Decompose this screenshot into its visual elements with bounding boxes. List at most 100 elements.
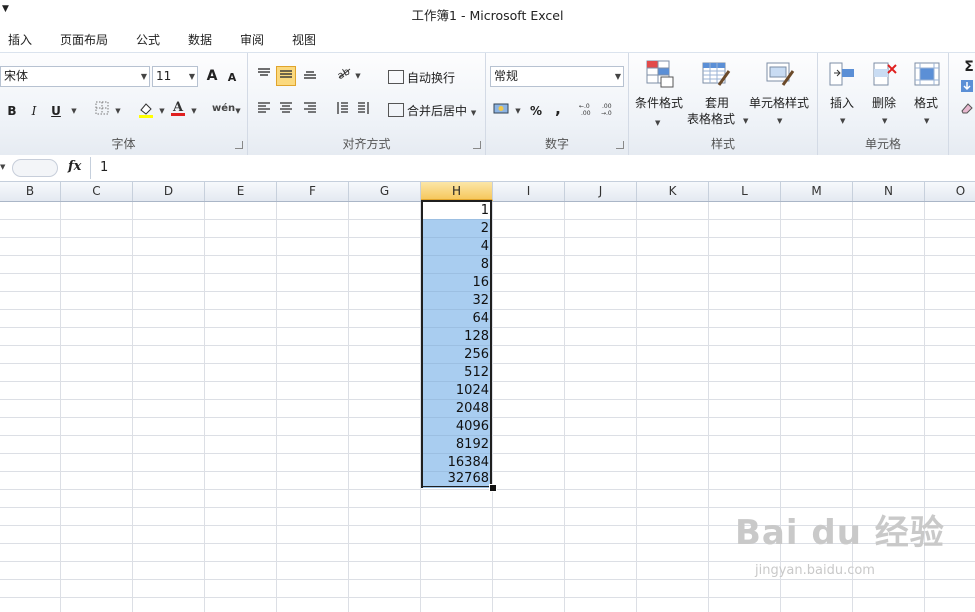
format-table-icon[interactable]	[701, 59, 731, 89]
column-header-m[interactable]: M	[781, 182, 853, 201]
underline-button[interactable]: U	[46, 101, 66, 121]
chevron-down-icon[interactable]: ▼	[108, 101, 128, 121]
align-top-icon[interactable]	[254, 66, 274, 86]
chevron-down-icon[interactable]: ▼	[777, 113, 782, 129]
autosum-button[interactable]: Σ	[959, 57, 975, 77]
comma-button[interactable]: ,	[548, 99, 568, 119]
cell-h3[interactable]: 4	[423, 238, 490, 256]
column-header-n[interactable]: N	[853, 182, 925, 201]
chevron-down-icon[interactable]: ▼	[655, 115, 660, 131]
merge-center-button[interactable]: 合并后居中 ▼	[388, 103, 476, 121]
column-header-c[interactable]: C	[61, 182, 133, 201]
font-group-label: 字体	[111, 137, 136, 151]
chevron-down-icon[interactable]: ▼	[0, 163, 5, 171]
cell-h11[interactable]: 1024	[423, 382, 490, 400]
column-header-b[interactable]: B	[0, 182, 61, 201]
align-middle-icon[interactable]	[276, 66, 296, 86]
number-format-select[interactable]: 常规 ▼	[490, 66, 624, 87]
format-cells-icon[interactable]	[912, 59, 942, 89]
chevron-down-icon[interactable]: ▼	[924, 113, 929, 129]
column-header-k[interactable]: K	[637, 182, 709, 201]
font-size-select[interactable]: 11 ▼	[152, 66, 198, 87]
cell-h12[interactable]: 2048	[423, 400, 490, 418]
align-center-icon[interactable]	[276, 101, 296, 121]
insert-cells-icon[interactable]	[826, 59, 856, 89]
fill-icon[interactable]	[957, 79, 975, 99]
chevron-down-icon[interactable]: ▼	[508, 101, 528, 121]
cell-h9[interactable]: 256	[423, 346, 490, 364]
insert-cells-button[interactable]: 插入	[830, 95, 854, 111]
dialog-launcher-icon[interactable]	[235, 141, 243, 149]
cell-h8[interactable]: 128	[423, 328, 490, 346]
column-header-e[interactable]: E	[205, 182, 277, 201]
fx-icon[interactable]: fx	[68, 159, 81, 174]
cell-h1[interactable]: 1	[423, 202, 490, 220]
formula-input[interactable]: 1	[100, 160, 108, 175]
name-box[interactable]: ▼	[0, 158, 60, 177]
increase-indent-icon[interactable]	[354, 101, 374, 121]
fill-handle[interactable]	[489, 484, 497, 492]
chevron-down-icon[interactable]: ▼	[348, 66, 368, 86]
decrease-indent-icon[interactable]	[332, 101, 352, 121]
grow-font-button[interactable]: A	[202, 66, 222, 86]
ribbon: 宋体 ▼ 11 ▼ A A B I U ▼ ▼ ▼ A ▼ wén ▼ 字体 a…	[0, 52, 975, 156]
delete-cells-button[interactable]: 删除	[872, 95, 896, 111]
chevron-down-icon[interactable]: ▼	[228, 101, 248, 121]
align-bottom-icon[interactable]	[300, 66, 320, 86]
grid-line	[60, 202, 61, 612]
column-header-g[interactable]: G	[349, 182, 421, 201]
chevron-down-icon[interactable]: ▼	[184, 101, 204, 121]
column-header-h[interactable]: H	[421, 182, 493, 201]
cell-h7[interactable]: 64	[423, 310, 490, 328]
cell-h13[interactable]: 4096	[423, 418, 490, 436]
format-table-label-1[interactable]: 套用	[705, 95, 729, 111]
merge-center-icon	[388, 103, 404, 117]
cell-h4[interactable]: 8	[423, 256, 490, 274]
column-header-d[interactable]: D	[133, 182, 205, 201]
percent-button[interactable]: %	[526, 101, 546, 121]
tab-view[interactable]: 视图	[292, 31, 316, 48]
conditional-format-icon[interactable]	[645, 59, 675, 89]
cell-h16[interactable]: 32768	[423, 470, 490, 488]
shrink-font-button[interactable]: A	[222, 68, 242, 88]
align-left-icon[interactable]	[254, 101, 274, 121]
tab-page-layout[interactable]: 页面布局	[60, 31, 108, 48]
decrease-decimal-icon[interactable]: .00 →.0	[600, 101, 620, 121]
cell-h5[interactable]: 16	[423, 274, 490, 292]
chevron-down-icon[interactable]: ▼	[840, 113, 845, 129]
tab-insert[interactable]: 插入	[8, 31, 32, 48]
column-header-i[interactable]: I	[493, 182, 565, 201]
cell-styles-icon[interactable]	[765, 59, 795, 89]
align-right-icon[interactable]	[300, 101, 320, 121]
chevron-down-icon[interactable]: ▼	[882, 113, 887, 129]
tab-review[interactable]: 审阅	[240, 31, 264, 48]
column-header-f[interactable]: F	[277, 182, 349, 201]
chevron-down-icon[interactable]: ▼	[64, 101, 84, 121]
cell-h6[interactable]: 32	[423, 292, 490, 310]
tab-formulas[interactable]: 公式	[136, 31, 160, 48]
cell-h2[interactable]: 2	[423, 220, 490, 238]
clear-icon[interactable]	[957, 101, 975, 121]
cell-h10[interactable]: 512	[423, 364, 490, 382]
format-cells-button[interactable]: 格式	[914, 95, 938, 111]
delete-cells-icon[interactable]	[870, 59, 900, 89]
column-header-j[interactable]: J	[565, 182, 637, 201]
formula-bar: ▼ fx 1	[0, 155, 975, 182]
conditional-format-button[interactable]: 条件格式	[635, 95, 683, 111]
dialog-launcher-icon[interactable]	[473, 141, 481, 149]
column-header-o[interactable]: O	[925, 182, 975, 201]
tab-data[interactable]: 数据	[188, 31, 212, 48]
cell-styles-button[interactable]: 单元格样式	[749, 95, 809, 111]
increase-decimal-icon[interactable]: ←.0.00	[578, 101, 598, 121]
format-table-label-2[interactable]: 表格格式	[687, 111, 735, 127]
title-bar: ▼ 工作簿1 - Microsoft Excel	[0, 0, 975, 26]
dialog-launcher-icon[interactable]	[616, 141, 624, 149]
cell-h14[interactable]: 8192	[423, 436, 490, 454]
bold-button[interactable]: B	[2, 101, 22, 121]
font-name-select[interactable]: 宋体 ▼	[0, 66, 150, 87]
italic-button[interactable]: I	[24, 101, 44, 121]
chevron-down-icon[interactable]: ▼	[743, 113, 748, 129]
merge-center-label: 合并后居中	[407, 104, 468, 118]
wrap-text-button[interactable]: 自动换行	[388, 70, 455, 86]
column-header-l[interactable]: L	[709, 182, 781, 201]
